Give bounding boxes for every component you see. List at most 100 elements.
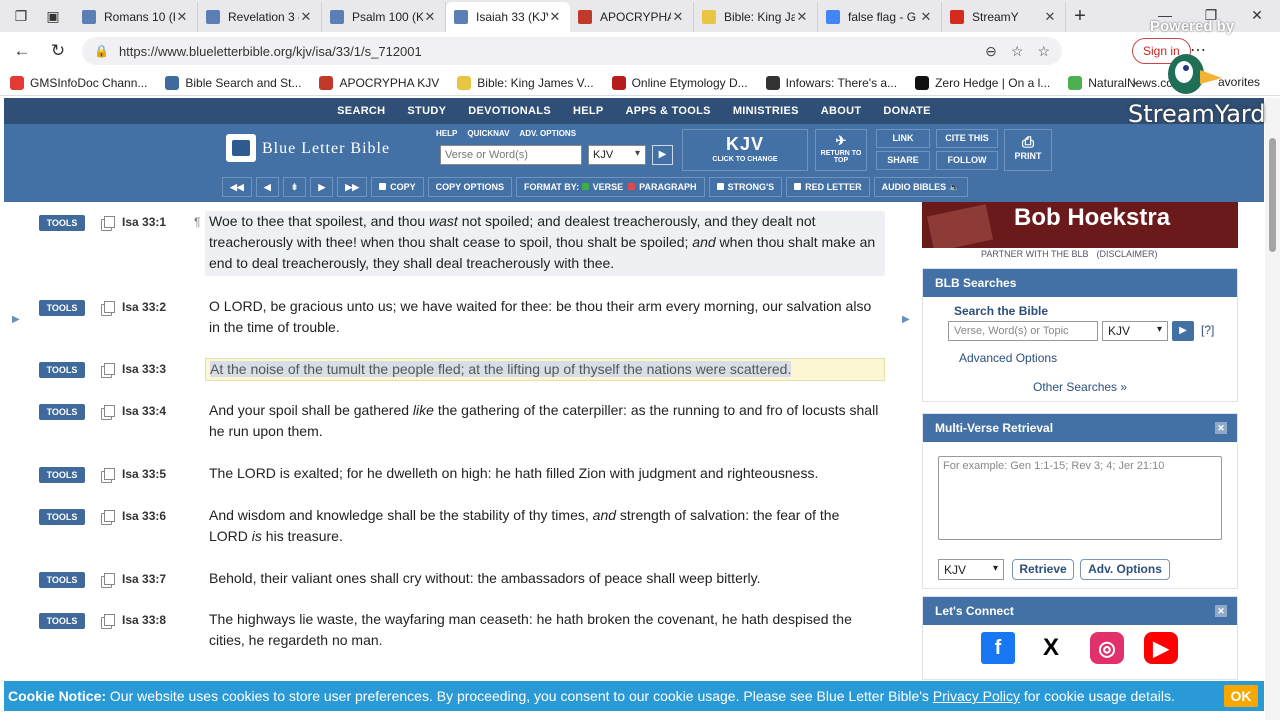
other-searches-link[interactable]: Other Searches » [1033,380,1127,394]
tab-actions-icon[interactable]: ▣ [42,5,64,27]
cookie-ok-button[interactable]: OK [1224,685,1258,707]
top-nav-item[interactable]: DONATE [883,105,930,117]
other-favorites[interactable]: avorites [1218,75,1260,89]
close-tab-icon[interactable]: ✕ [919,9,933,25]
bookmark-item[interactable]: Bible Search and St... [165,75,301,90]
copy-options-button[interactable]: COPY OPTIONS [427,177,512,197]
copy-verse-icon[interactable] [101,363,115,378]
browser-tab[interactable]: Bible: King Ja ✕ [694,2,818,32]
verse-radio[interactable] [581,183,589,190]
prev-chapter-icon[interactable]: ◀ [255,177,279,197]
share-button[interactable]: SHARE [876,151,930,170]
tools-button[interactable]: TOOLS [39,509,85,525]
workspaces-icon[interactable]: ❐ [10,5,32,27]
favorites-icon[interactable]: ☆ [1037,43,1050,60]
top-nav-item[interactable]: STUDY [407,105,446,117]
top-nav-item[interactable]: APPS & TOOLS [626,105,711,117]
verse-reference[interactable]: Isa 33:6 [122,509,166,523]
copy-verse-icon[interactable] [101,510,115,525]
connect-close-icon[interactable]: ✕ [1215,605,1227,617]
close-tab-icon[interactable]: ✕ [795,9,809,25]
tools-button[interactable]: TOOLS [39,404,85,420]
verse-text[interactable]: At the noise of the tumult the people fl… [205,358,885,381]
side-search-go-button[interactable]: ▶ [1172,321,1194,341]
verse-reference[interactable]: Isa 33:3 [122,362,166,376]
top-nav-item[interactable]: ABOUT [821,105,862,117]
x-icon[interactable]: X [1034,632,1068,664]
search-mini-link[interactable]: HELP [436,129,457,138]
disclaimer-link[interactable]: (DISCLAIMER) [1097,249,1158,259]
blb-logo-text[interactable]: Blue Letter Bible [262,140,390,158]
search-mini-link[interactable]: QUICKNAV [467,129,509,138]
copy-verse-icon[interactable] [101,573,115,588]
verse-text[interactable]: The LORD is exalted; for he dwelleth on … [205,463,885,484]
bookmark-item[interactable]: GMSInfoDoc Chann... [10,75,147,90]
partner-banner[interactable]: Bob Hoekstra [922,202,1238,248]
panel-close-icon[interactable]: ✕ [1215,422,1227,434]
copy-verse-icon[interactable] [101,301,115,316]
top-nav-item[interactable]: DEVOTIONALS [468,105,551,117]
verse-text[interactable]: The highways lie waste, the wayfaring ma… [205,609,885,651]
url-field[interactable]: 🔒 https://www.blueletterbible.org/kjv/is… [82,37,1062,65]
bookmark-item[interactable]: Online Etymology D... [611,75,748,90]
browser-tab[interactable]: StreamY ✕ [942,2,1066,32]
copy-verse-icon[interactable] [101,405,115,420]
bookmark-item[interactable]: APOCRYPHA KJV [319,75,439,90]
top-nav-item[interactable]: MINISTRIES [733,105,799,117]
print-button[interactable]: ⎙ PRINT [1004,129,1052,171]
verse-text[interactable]: And wisdom and knowledge shall be the st… [205,505,885,547]
instagram-icon[interactable]: ◎ [1090,632,1124,664]
search-mini-link[interactable]: ADV. OPTIONS [519,129,576,138]
page-scrollbar[interactable] [1265,98,1280,720]
verse-reference[interactable]: Isa 33:4 [122,404,166,418]
verse-text[interactable]: Woe to thee that spoilest, and thou wast… [205,211,885,276]
close-tab-icon[interactable]: ✕ [175,9,189,25]
retrieve-button[interactable]: Retrieve [1012,559,1074,580]
tools-button[interactable]: TOOLS [39,300,85,316]
follow-button[interactable]: FOLLOW [936,151,998,170]
top-nav-item[interactable]: SEARCH [337,105,385,117]
copy-verse-icon[interactable] [101,614,115,629]
youtube-icon[interactable]: ▶ [1144,632,1178,664]
reader-icon[interactable]: ⊖ [985,43,997,60]
last-chapter-icon[interactable]: ▶▶ [337,177,368,197]
facebook-icon[interactable]: f [981,632,1015,664]
advanced-options-link[interactable]: Advanced Options [959,351,1057,365]
link-button[interactable]: LINK [876,129,930,148]
red-letter-checkbox[interactable] [794,183,802,190]
blb-book-icon[interactable] [226,134,256,162]
close-tab-icon[interactable]: ✕ [423,9,437,25]
cite-this-button[interactable]: CITE THIS [936,129,998,148]
browser-tab[interactable]: false flag - G ✕ [818,2,942,32]
chevron-right-icon[interactable]: › [1132,74,1137,90]
close-tab-icon[interactable]: ✕ [548,9,562,25]
bookmark-item[interactable]: Bible: King James V... [457,75,594,90]
verse-reference[interactable]: Isa 33:5 [122,467,166,481]
collapse-left-icon[interactable]: ▶ [12,314,20,325]
close-window-icon[interactable]: ✕ [1234,0,1280,32]
side-search-input[interactable]: Verse, Word(s) or Topic [948,321,1098,341]
next-chapter-icon[interactable]: ▶ [310,177,334,197]
tools-button[interactable]: TOOLS [39,572,85,588]
paragraph-radio[interactable] [628,183,636,190]
version-select[interactable]: KJV [588,145,646,165]
multi-verse-textarea[interactable]: For example: Gen 1:1-15; Rev 3; 4; Jer 2… [938,456,1222,540]
strongs-toggle[interactable]: STRONG'S [708,177,783,197]
tools-button[interactable]: TOOLS [39,215,85,231]
close-tab-icon[interactable]: ✕ [1043,9,1057,25]
close-tab-icon[interactable]: ✕ [299,9,313,25]
first-chapter-icon[interactable]: ◀◀ [222,177,252,197]
verse-reference[interactable]: Isa 33:7 [122,572,166,586]
return-to-top-button[interactable]: ✈ RETURN TO TOP [815,129,867,171]
tools-button[interactable]: TOOLS [39,613,85,629]
multi-verse-version-select[interactable]: KJV [938,559,1004,580]
chapter-nav-icon[interactable]: ⇟ [282,177,307,197]
tools-button[interactable]: TOOLS [39,362,85,378]
star-icon[interactable]: ☆ [1011,43,1024,60]
copy-verse-icon[interactable] [101,468,115,483]
red-letter-toggle[interactable]: RED LETTER [786,177,870,197]
audio-bibles-button[interactable]: AUDIO BIBLES 🔈 [873,177,968,197]
search-help-link[interactable]: [?] [1201,323,1214,337]
side-version-select[interactable]: KJV [1102,321,1168,341]
verse-search-input[interactable]: Verse or Word(s) [440,145,582,165]
